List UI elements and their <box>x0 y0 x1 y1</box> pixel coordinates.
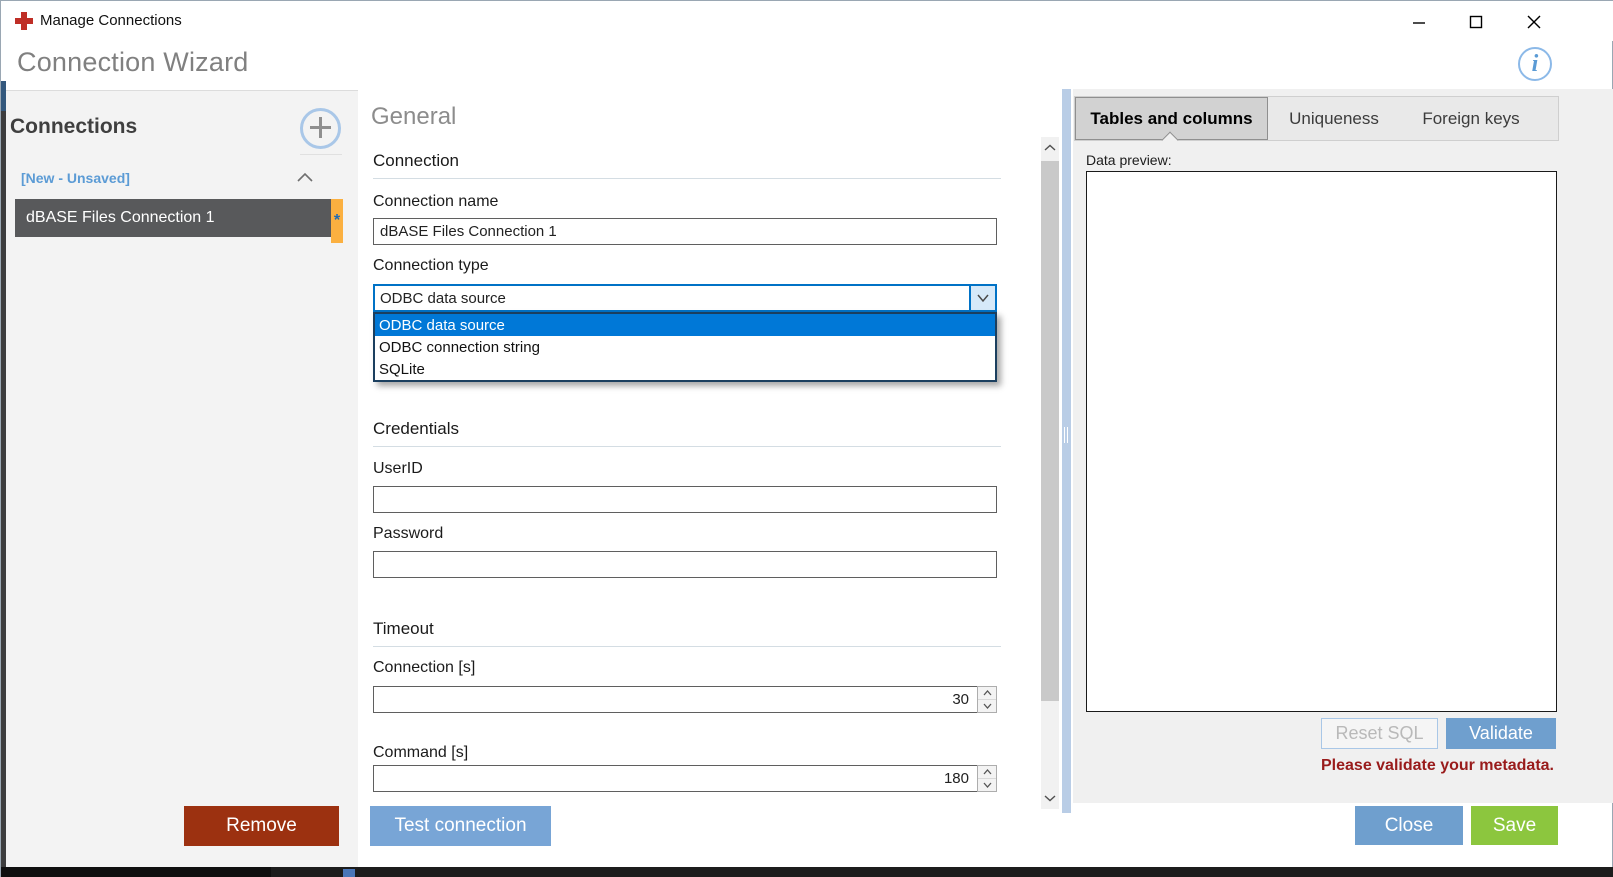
page-title: Connection Wizard <box>17 47 249 78</box>
connection-item-label: dBASE Files Connection 1 <box>26 209 215 227</box>
group-label-new-unsaved[interactable]: [New - Unsaved] <box>21 170 130 186</box>
dropdown-option[interactable]: ODBC data source <box>375 314 995 336</box>
dropdown-option[interactable]: ODBC connection string <box>375 336 995 358</box>
data-preview-label: Data preview: <box>1086 152 1172 168</box>
general-form: General Connection Connection name Conne… <box>361 89 1011 801</box>
close-icon <box>1527 15 1541 29</box>
remove-button[interactable]: Remove <box>184 806 339 846</box>
scrollbar-down-button[interactable] <box>1041 787 1059 809</box>
timeout-connection-label: Connection [s] <box>373 659 475 677</box>
connections-sidebar: Connections [New - Unsaved] dBASE Files … <box>6 90 358 867</box>
spinner-up-icon <box>978 766 996 779</box>
close-window-button[interactable] <box>1511 9 1557 35</box>
tab-uniqueness[interactable]: Uniqueness <box>1268 97 1400 140</box>
add-connection-button[interactable] <box>300 108 341 149</box>
dropdown-option[interactable]: SQLite <box>375 358 995 380</box>
divider <box>373 446 1001 447</box>
spinner-down-icon <box>978 779 996 791</box>
background-bottom-strip <box>1 867 1613 877</box>
form-scrollbar[interactable] <box>1041 137 1059 809</box>
test-connection-button[interactable]: Test connection <box>370 806 551 846</box>
validate-button[interactable]: Validate <box>1446 718 1556 749</box>
title-bar[interactable]: Manage Connections <box>1 1 1613 41</box>
connection-type-combobox[interactable]: ODBC data source <box>373 284 997 312</box>
credentials-section-title: Credentials <box>373 419 459 439</box>
metadata-tabstrip: Tables and columns Uniqueness Foreign ke… <box>1074 96 1559 141</box>
timeout-command-spinner[interactable] <box>977 765 997 792</box>
modified-marker-badge: * <box>331 199 343 243</box>
chevron-down-icon <box>976 293 990 303</box>
timeout-section-title: Timeout <box>373 619 434 639</box>
maximize-button[interactable] <box>1453 9 1499 35</box>
splitter-grip <box>1064 427 1065 443</box>
divider <box>373 646 1001 647</box>
panel-splitter[interactable] <box>1062 89 1071 813</box>
scrollbar-up-button[interactable] <box>1041 137 1059 159</box>
save-button[interactable]: Save <box>1471 806 1558 845</box>
userid-input[interactable] <box>373 486 997 513</box>
timeout-command-input[interactable] <box>373 765 997 792</box>
spinner-up-icon <box>978 687 996 700</box>
password-label: Password <box>373 525 443 543</box>
connection-name-label: Connection name <box>373 193 498 211</box>
timeout-connection-spinner[interactable] <box>977 686 997 713</box>
connection-type-label: Connection type <box>373 257 489 275</box>
background-window-sliver <box>1 81 6 867</box>
divider <box>373 178 1001 179</box>
connection-list-item[interactable]: dBASE Files Connection 1 <box>15 199 331 237</box>
connection-section-title: Connection <box>373 151 459 171</box>
maximize-icon <box>1469 15 1483 29</box>
manage-connections-window: Manage Connections Connection Wizard i C… <box>0 0 1613 877</box>
combobox-dropdown-button[interactable] <box>969 286 995 310</box>
connection-name-input[interactable] <box>373 218 997 245</box>
connections-heading: Connections <box>10 115 137 139</box>
userid-label: UserID <box>373 460 423 478</box>
spinner-down-icon <box>978 700 996 712</box>
info-icon[interactable]: i <box>1518 47 1552 81</box>
chevron-up-icon <box>1044 144 1056 152</box>
app-plus-icon <box>15 12 33 30</box>
timeout-command-label: Command [s] <box>373 744 468 762</box>
data-preview-area <box>1086 171 1557 712</box>
chevron-down-icon <box>1044 794 1056 802</box>
connection-type-dropdown-list: ODBC data source ODBC connection string … <box>373 312 997 382</box>
general-heading: General <box>371 103 456 131</box>
metadata-panel: Tables and columns Uniqueness Foreign ke… <box>1073 89 1613 803</box>
reset-sql-button[interactable]: Reset SQL <box>1321 718 1438 749</box>
minimize-button[interactable] <box>1396 9 1442 35</box>
window-title: Manage Connections <box>40 12 182 29</box>
password-input[interactable] <box>373 551 997 578</box>
minimize-icon <box>1412 15 1426 29</box>
close-button[interactable]: Close <box>1355 806 1463 845</box>
chevron-up-icon[interactable] <box>296 171 314 185</box>
divider <box>300 154 342 155</box>
tab-foreign-keys[interactable]: Foreign keys <box>1400 97 1542 140</box>
timeout-connection-input[interactable] <box>373 686 997 713</box>
scrollbar-thumb[interactable] <box>1041 161 1059 701</box>
combobox-value: ODBC data source <box>375 290 969 307</box>
validation-message: Please validate your metadata. <box>1321 757 1554 775</box>
